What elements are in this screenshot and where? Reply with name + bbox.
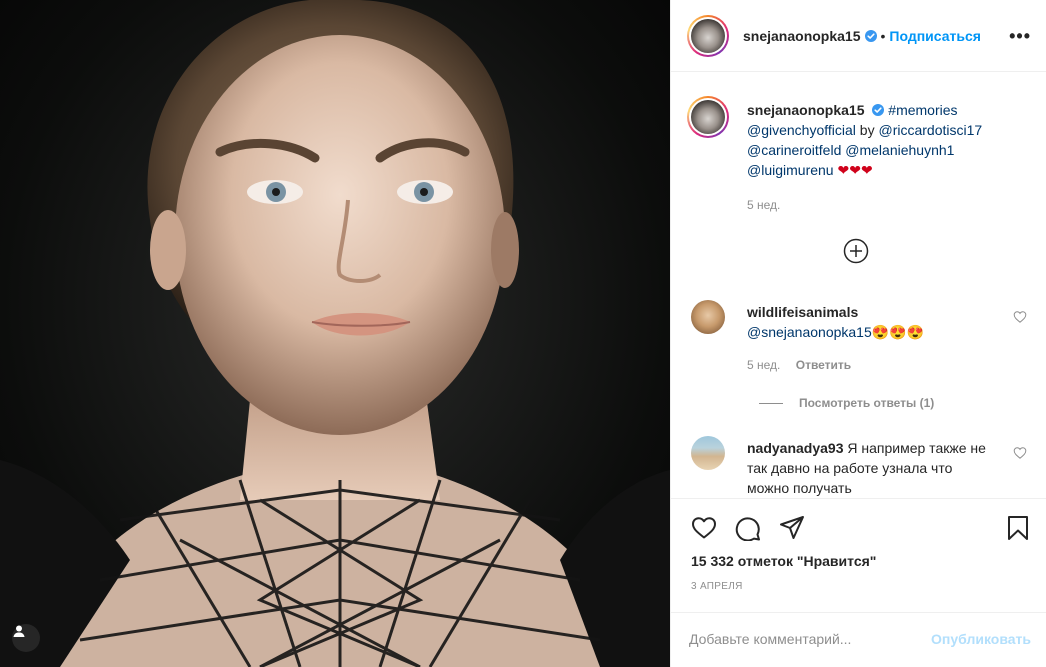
follow-button[interactable]: Подписаться — [889, 28, 981, 44]
commenter-avatar[interactable] — [691, 436, 725, 470]
comment-like-heart-icon[interactable] — [1013, 310, 1027, 324]
comment-input[interactable] — [689, 629, 929, 649]
caption-text: snejanaonopka15 #memories @givenchyoffic… — [747, 100, 1037, 180]
user-icon — [13, 625, 25, 637]
more-options-icon[interactable]: ••• — [1009, 26, 1031, 47]
comment-item: nadyanadya93 Я например также не так дав… — [687, 436, 1027, 498]
separator-dot: • — [880, 27, 886, 44]
mention-link[interactable]: @riccardotisci17 — [878, 122, 982, 138]
mention-link[interactable]: @carineroitfeld — [747, 142, 841, 158]
mention-link[interactable]: @luigimurenu — [747, 162, 834, 178]
emoji: 😍😍😍 — [871, 324, 925, 340]
verified-badge-icon — [872, 104, 885, 116]
view-replies-line — [759, 402, 783, 404]
verified-badge-icon — [864, 29, 877, 42]
post-header: snejanaonopka15 • Подписаться ••• — [671, 0, 1046, 72]
view-replies-button[interactable]: Посмотреть ответы (1) — [759, 396, 934, 410]
reply-button[interactable]: Ответить — [796, 358, 851, 372]
comment-timestamp[interactable]: 5 нед. — [747, 358, 780, 372]
post-photo[interactable] — [0, 0, 670, 667]
mention-link[interactable]: @melaniehuynh1 — [845, 142, 954, 158]
like-heart-icon[interactable] — [691, 515, 717, 541]
comment-text: nadyanadya93 Я например также не так дав… — [747, 438, 987, 498]
hashtag-link[interactable]: #memories — [888, 102, 957, 118]
publish-button[interactable]: Опубликовать — [931, 631, 1031, 647]
comment-like-heart-icon[interactable] — [1013, 446, 1027, 460]
caption-timestamp[interactable]: 5 нед. — [747, 198, 780, 212]
comment-item: wildlifeisanimals @snejanaonopka15😍😍😍 5 … — [687, 300, 1027, 390]
bookmark-icon[interactable] — [1005, 515, 1031, 541]
portrait-image — [0, 0, 670, 667]
commenter-username[interactable]: wildlifeisanimals — [747, 304, 858, 320]
comment-bubble-icon[interactable] — [735, 515, 761, 541]
load-more-comments-icon[interactable] — [843, 238, 869, 264]
comment-meta: 5 нед. Ответить — [747, 358, 851, 372]
add-comment-bar: Опубликовать — [671, 612, 1046, 667]
post-side-panel: snejanaonopka15 • Подписаться ••• snejan… — [670, 0, 1046, 667]
mention-link[interactable]: @snejanaonopka15 — [747, 324, 872, 340]
author-username[interactable]: snejanaonopka15 — [743, 28, 861, 44]
view-replies-label: Посмотреть ответы (1) — [799, 396, 935, 410]
share-paper-plane-icon[interactable] — [779, 515, 805, 541]
commenter-username[interactable]: nadyanadya93 — [747, 440, 844, 456]
post-date[interactable]: 3 апреля — [691, 581, 743, 592]
comment-text: wildlifeisanimals @snejanaonopka15😍😍😍 — [747, 302, 987, 342]
tagged-users-button[interactable] — [12, 624, 40, 652]
caption-avatar[interactable] — [687, 96, 729, 138]
caption-username[interactable]: snejanaonopka15 — [747, 102, 865, 118]
mention-link[interactable]: @givenchyofficial — [747, 122, 856, 138]
caption-word: by — [859, 122, 875, 138]
likes-count[interactable]: 15 332 отметок "Нравится" — [691, 553, 876, 569]
author-avatar[interactable] — [687, 14, 729, 57]
commenter-avatar[interactable] — [691, 300, 725, 334]
hearts-emoji: ❤❤❤ — [837, 162, 873, 178]
post-actions: 15 332 отметок "Нравится" 3 апреля — [671, 498, 1046, 616]
